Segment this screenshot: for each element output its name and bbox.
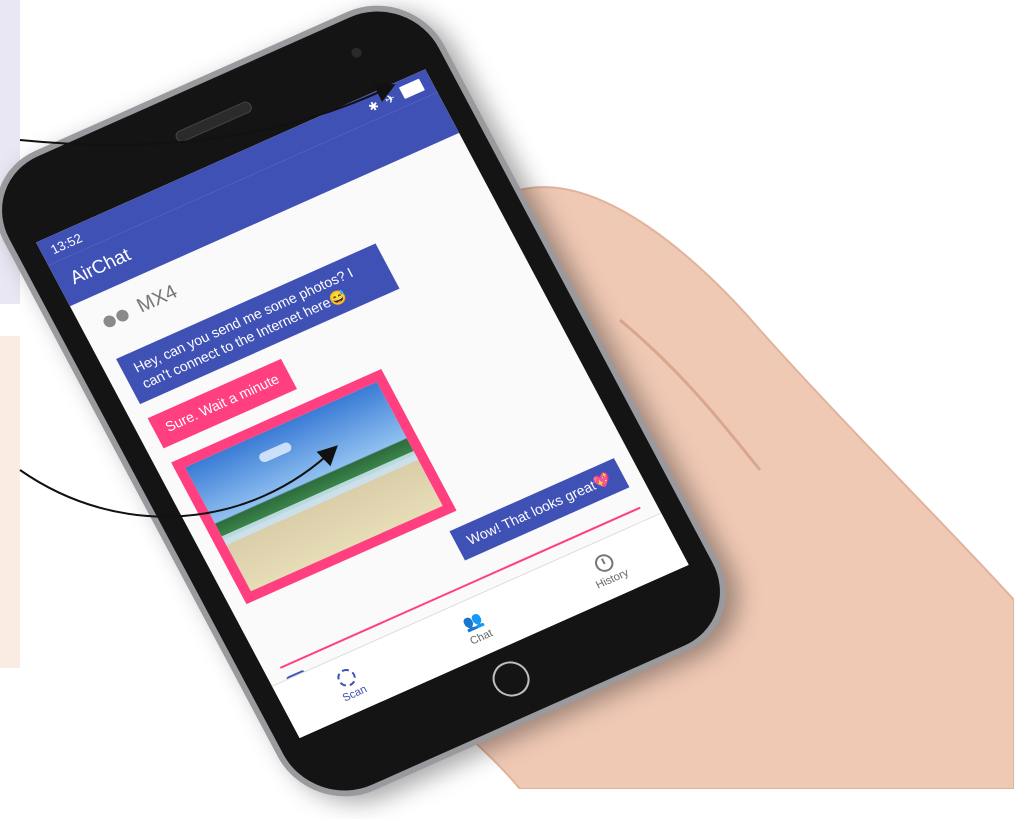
nav-history[interactable]: History	[584, 548, 631, 591]
earpiece	[173, 99, 254, 144]
battery-icon	[398, 78, 426, 100]
nav-chat[interactable]: 👥 Chat	[458, 608, 495, 647]
photo-cloud	[257, 440, 293, 464]
home-button[interactable]	[486, 655, 536, 703]
contact-name: MX4	[133, 280, 182, 318]
front-camera	[349, 46, 364, 60]
airplane-icon: ✈	[382, 90, 399, 108]
photo-sea	[221, 450, 419, 545]
nav-scan[interactable]: Scan	[330, 664, 369, 704]
group-icon	[101, 307, 131, 329]
